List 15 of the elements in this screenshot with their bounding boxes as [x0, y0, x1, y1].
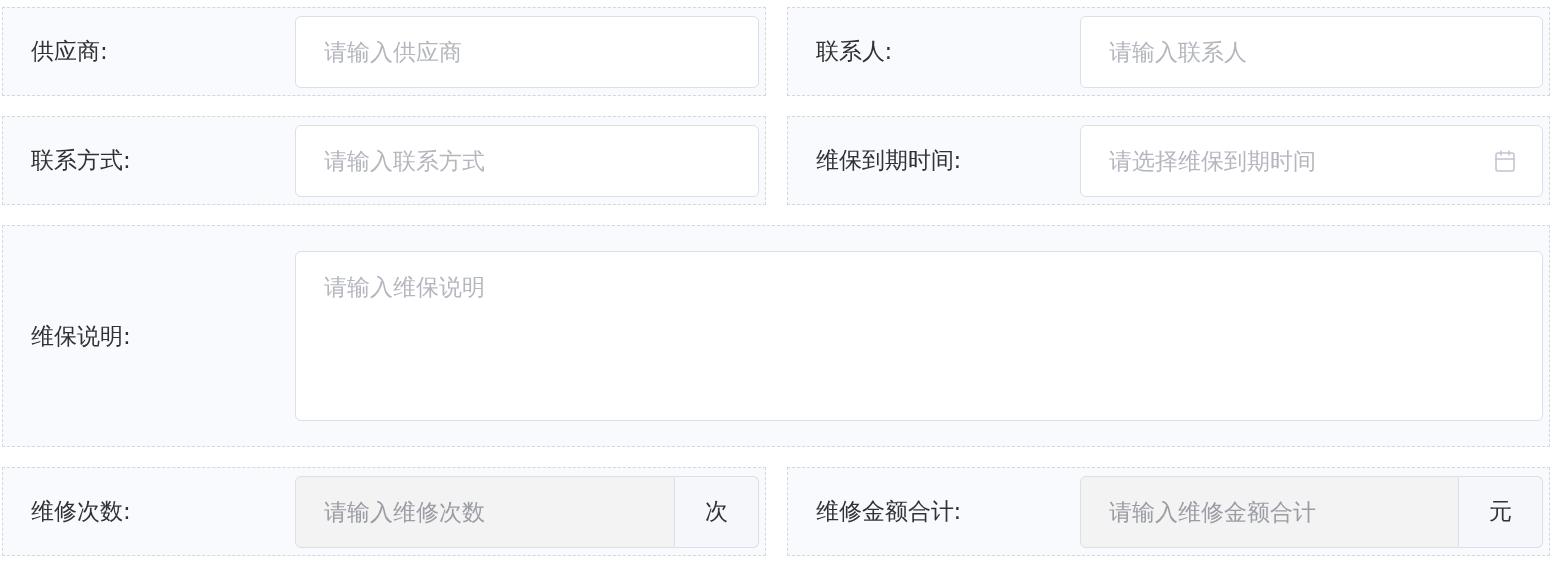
input-field[interactable]: 请输入联系人 [1079, 15, 1543, 88]
field-label: 供应商: [30, 37, 109, 66]
text-area[interactable]: 请输入维保说明 [295, 251, 1543, 421]
field-label: 维修金额合计: [814, 497, 963, 526]
field-label: 维修次数: [30, 497, 132, 526]
field-label: 联系方式: [30, 146, 132, 175]
field-label: 联系人: [814, 37, 894, 66]
calendar-icon [1493, 148, 1517, 173]
field-label: 维保说明: [30, 321, 132, 351]
input-field[interactable]: 请输入供应商 [295, 15, 759, 88]
unit-label: 元 [1459, 475, 1543, 548]
date-field[interactable]: 请选择维保到期时间 [1079, 124, 1543, 197]
field-label: 维保到期时间: [814, 146, 963, 175]
unit-label: 次 [674, 475, 759, 548]
input-field[interactable]: 请输入联系方式 [295, 124, 759, 197]
